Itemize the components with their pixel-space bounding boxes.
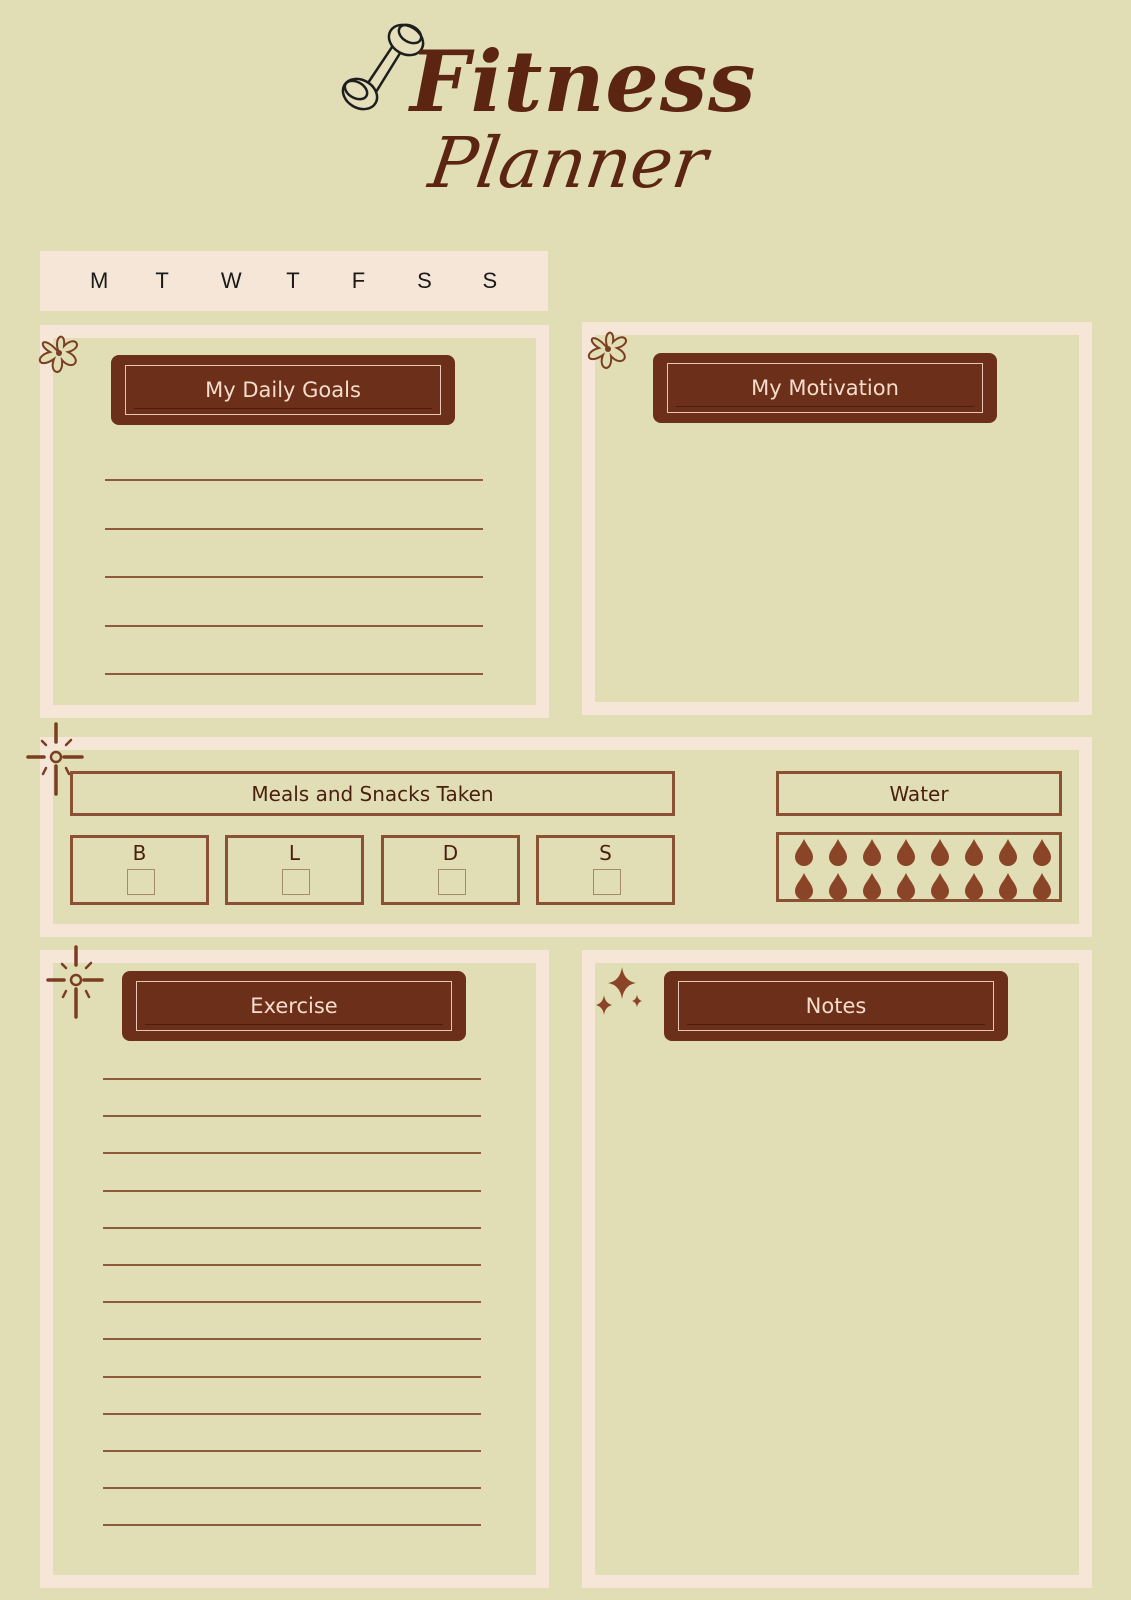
goal-line[interactable] [105, 625, 483, 627]
meal-label: B [132, 841, 147, 865]
meal-lunch: L [225, 835, 364, 905]
exercise-line[interactable] [103, 1524, 481, 1527]
notes-panel[interactable] [582, 950, 1092, 1588]
water-drops [787, 835, 1059, 903]
weekday-sun[interactable]: S [483, 268, 548, 294]
lunch-checkbox[interactable] [282, 869, 310, 895]
water-drop-icon[interactable] [855, 835, 889, 869]
goal-line[interactable] [105, 576, 483, 578]
exercise-line[interactable] [103, 1189, 481, 1192]
daily-goals-title: My Daily Goals [125, 365, 441, 415]
exercise-line[interactable] [103, 1226, 481, 1229]
weekday-tue[interactable]: T [155, 268, 220, 294]
weekday-sat[interactable]: S [417, 268, 482, 294]
notes-header: Notes [666, 973, 1006, 1039]
water-drop-icon[interactable] [957, 835, 991, 869]
meal-label: S [599, 841, 612, 865]
exercise-title: Exercise [136, 981, 452, 1031]
weekday-wed[interactable]: W [221, 268, 286, 294]
water-header-box: Water [776, 771, 1062, 816]
water-drop-icon[interactable] [1025, 869, 1059, 903]
water-drop-icon[interactable] [889, 835, 923, 869]
water-drop-icon[interactable] [889, 869, 923, 903]
exercise-line[interactable] [103, 1450, 481, 1452]
meal-label: D [442, 841, 459, 865]
weekday-thu[interactable]: T [286, 268, 351, 294]
exercise-line[interactable] [103, 1301, 481, 1304]
sun-burst-icon [46, 945, 104, 1019]
dinner-checkbox[interactable] [438, 869, 466, 895]
flower-icon [39, 335, 78, 373]
exercise-line[interactable] [103, 1115, 481, 1118]
water-drop-icon[interactable] [991, 835, 1025, 869]
water-tracker [776, 832, 1062, 902]
water-drop-icon[interactable] [1025, 835, 1059, 869]
breakfast-checkbox[interactable] [127, 869, 155, 895]
water-drop-icon[interactable] [821, 869, 855, 903]
water-drop-icon[interactable] [855, 869, 889, 903]
water-drop-icon[interactable] [923, 869, 957, 903]
meal-breakfast: B [70, 835, 209, 905]
water-title: Water [889, 782, 949, 806]
title-fitness: Fitness [410, 32, 757, 131]
snack-checkbox[interactable] [593, 869, 621, 895]
exercise-line[interactable] [103, 1078, 481, 1080]
exercise-line[interactable] [103, 1487, 481, 1490]
water-drop-icon[interactable] [923, 835, 957, 869]
goal-line[interactable] [105, 673, 483, 675]
goal-line[interactable] [105, 528, 483, 530]
exercise-line[interactable] [103, 1152, 481, 1155]
exercise-panel [40, 950, 549, 1588]
water-drop-icon[interactable] [787, 835, 821, 869]
weekday-mon[interactable]: M [90, 268, 155, 294]
notes-title: Notes [678, 981, 994, 1031]
exercise-line[interactable] [103, 1264, 481, 1266]
goal-line[interactable] [105, 479, 483, 481]
water-drop-icon[interactable] [957, 869, 991, 903]
exercise-line[interactable] [103, 1412, 481, 1415]
daily-goals-header: My Daily Goals [113, 357, 453, 423]
sparkle-icon [596, 967, 642, 1015]
meal-snack: S [536, 835, 675, 905]
meals-title: Meals and Snacks Taken [251, 782, 494, 806]
flower-icon [588, 331, 627, 369]
motivation-title: My Motivation [667, 363, 983, 413]
exercise-line[interactable] [103, 1375, 481, 1378]
water-drop-icon[interactable] [787, 869, 821, 903]
meal-label: L [288, 841, 301, 865]
exercise-line[interactable] [103, 1338, 481, 1341]
weekday-selector: M T W T F S S [40, 251, 548, 311]
weekday-fri[interactable]: F [352, 268, 417, 294]
water-drop-icon[interactable] [991, 869, 1025, 903]
meal-dinner: D [381, 835, 520, 905]
title-planner: Planner [424, 122, 713, 204]
water-drop-icon[interactable] [821, 835, 855, 869]
meals-header-box: Meals and Snacks Taken [70, 771, 675, 816]
exercise-header: Exercise [124, 973, 464, 1039]
motivation-header: My Motivation [655, 355, 995, 421]
